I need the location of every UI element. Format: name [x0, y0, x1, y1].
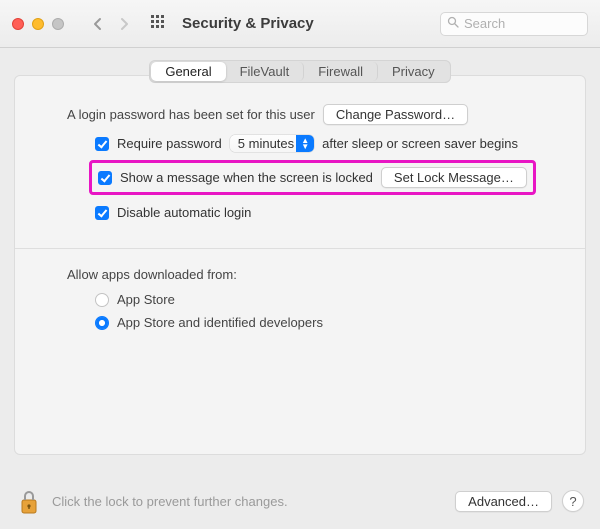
general-panel: A login password has been set for this u… — [14, 75, 586, 455]
require-password-label: Require password — [117, 136, 222, 151]
zoom-window-button[interactable] — [52, 18, 64, 30]
stepper-arrows-icon: ▲▼ — [296, 135, 314, 152]
tab-privacy[interactable]: Privacy — [378, 62, 449, 81]
allow-apps-label: Allow apps downloaded from: — [39, 267, 561, 282]
allow-apps-group: App Store App Store and identified devel… — [39, 292, 561, 330]
close-window-button[interactable] — [12, 18, 24, 30]
highlight-annotation: Show a message when the screen is locked… — [89, 160, 536, 195]
tab-general[interactable]: General — [151, 62, 225, 81]
login-password-text: A login password has been set for this u… — [67, 107, 315, 122]
require-password-suffix: after sleep or screen saver begins — [322, 136, 518, 151]
allow-apps-identified-radio[interactable] — [95, 316, 109, 330]
back-button[interactable] — [92, 17, 104, 31]
require-password-delay-value: 5 minutes — [238, 136, 294, 151]
search-icon — [447, 16, 459, 31]
disable-autologin-checkbox[interactable] — [95, 206, 109, 220]
require-password-delay-select[interactable]: 5 minutes ▲▼ — [230, 135, 314, 152]
change-password-button[interactable]: Change Password… — [323, 104, 468, 125]
disable-autologin-label: Disable automatic login — [117, 205, 251, 220]
tab-firewall[interactable]: Firewall — [304, 62, 378, 81]
forward-button[interactable] — [118, 17, 130, 31]
tab-filevault[interactable]: FileVault — [226, 62, 305, 81]
window-title: Security & Privacy — [182, 15, 314, 32]
tab-bar: General FileVault Firewall Privacy — [14, 60, 586, 83]
lock-icon[interactable] — [16, 486, 42, 516]
require-password-checkbox[interactable] — [95, 137, 109, 151]
set-lock-message-button[interactable]: Set Lock Message… — [381, 167, 527, 188]
allow-apps-identified-label: App Store and identified developers — [117, 315, 323, 330]
advanced-button[interactable]: Advanced… — [455, 491, 552, 512]
search-field[interactable] — [440, 12, 588, 36]
divider — [15, 248, 585, 249]
titlebar: Security & Privacy — [0, 0, 600, 48]
allow-apps-appstore-label: App Store — [117, 292, 175, 307]
lock-message-checkbox[interactable] — [98, 171, 112, 185]
window-controls — [12, 18, 64, 30]
search-input[interactable] — [464, 16, 581, 31]
footer: Click the lock to prevent further change… — [0, 473, 600, 529]
allow-apps-appstore-radio[interactable] — [95, 293, 109, 307]
show-all-icon[interactable] — [150, 14, 166, 33]
lock-hint-text: Click the lock to prevent further change… — [52, 494, 445, 509]
help-button[interactable]: ? — [562, 490, 584, 512]
minimize-window-button[interactable] — [32, 18, 44, 30]
lock-message-label: Show a message when the screen is locked — [120, 170, 373, 185]
